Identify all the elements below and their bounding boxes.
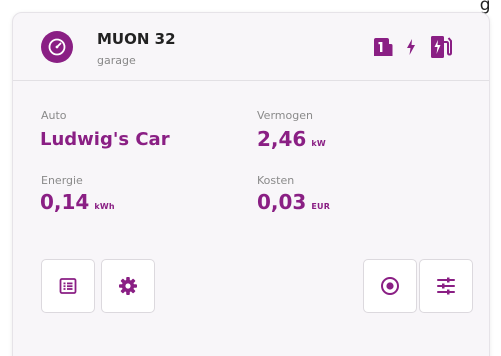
stop-icon xyxy=(381,277,399,295)
adjust-settings-button[interactable] xyxy=(419,259,473,313)
cost-unit: EUR xyxy=(311,202,331,211)
cost-number: 0,03 xyxy=(257,190,307,214)
energy-number: 0,14 xyxy=(40,190,90,214)
charger-card: MUON 32 garage Auto Ludwig's Car Vermoge… xyxy=(12,12,490,356)
cost-value: 0,03 EUR xyxy=(257,190,330,214)
power-number: 2,46 xyxy=(257,127,307,151)
energy-value: 0,14 kWh xyxy=(40,190,115,214)
charger-name: MUON 32 xyxy=(97,30,176,48)
power-label: Vermogen xyxy=(257,109,313,122)
bolt-icon xyxy=(407,39,415,55)
list-icon xyxy=(59,278,77,294)
car-label: Auto xyxy=(41,109,67,122)
card-header: MUON 32 garage xyxy=(13,13,489,81)
energy-label: Energie xyxy=(41,174,83,187)
status-indicator xyxy=(372,35,452,59)
energy-unit: kWh xyxy=(94,202,115,211)
stop-charging-button[interactable] xyxy=(363,259,417,313)
power-value: 2,46 kW xyxy=(257,127,326,151)
power-unit: kW xyxy=(311,139,326,148)
charger-location: garage xyxy=(97,54,136,67)
car-value: Ludwig's Car xyxy=(40,129,170,150)
gauge-icon xyxy=(41,31,73,63)
settings-button[interactable] xyxy=(101,259,155,313)
charging-station-icon xyxy=(431,36,452,58)
sessions-list-button[interactable] xyxy=(41,259,95,313)
gear-icon xyxy=(119,277,137,295)
cost-label: Kosten xyxy=(257,174,295,187)
car-plug-icon xyxy=(374,38,393,56)
sliders-icon xyxy=(437,277,455,295)
